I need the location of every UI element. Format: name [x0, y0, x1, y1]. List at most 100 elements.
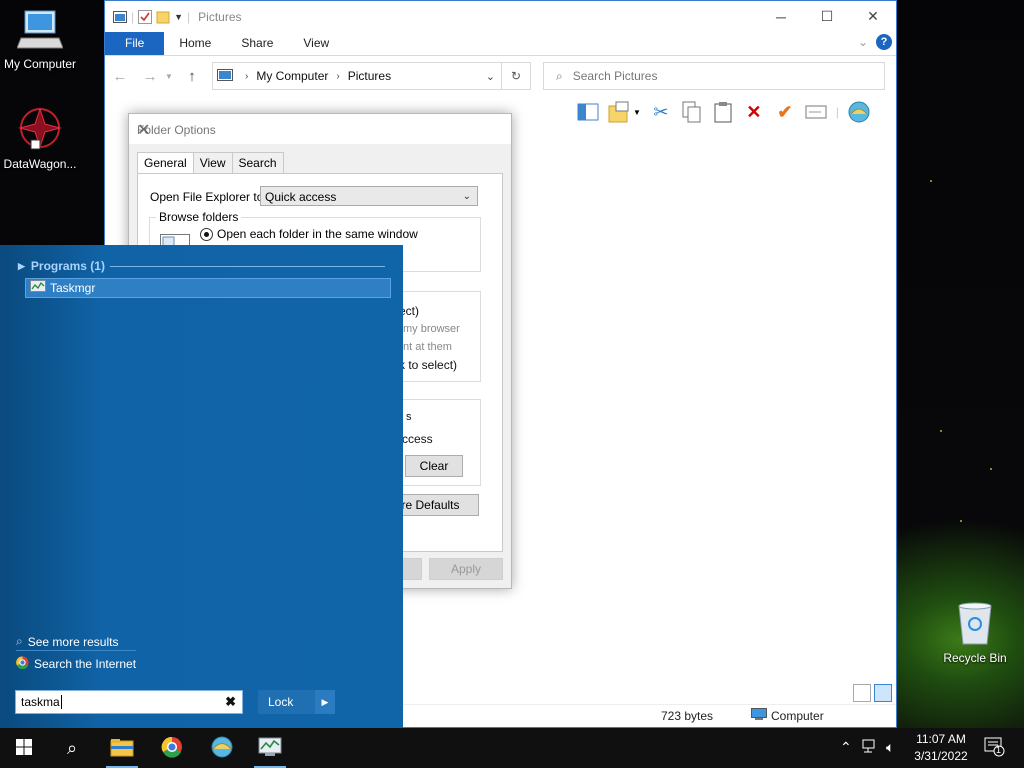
back-icon[interactable]: ← [105, 68, 135, 85]
details-view-icon[interactable] [853, 684, 871, 702]
tab-home[interactable]: Home [164, 32, 226, 55]
maximize-button[interactable]: ☐ [804, 1, 850, 32]
folder-options-icon[interactable] [608, 101, 630, 123]
cut-icon[interactable]: ✂ [650, 101, 672, 123]
chrome-icon [16, 656, 29, 672]
tab-search[interactable]: Search [231, 152, 284, 175]
see-more-results-link[interactable]: ⌕ See more results [16, 634, 118, 649]
more-divider [16, 650, 136, 651]
computer-small-icon [751, 708, 767, 723]
up-icon[interactable]: ↑ [177, 68, 207, 85]
click-option-fragment: nt at them [403, 341, 452, 353]
desktop-icon-my-computer[interactable]: My Computer [0, 8, 80, 71]
taskbar-clock[interactable]: 11:07 AM 3/31/2022 [906, 731, 976, 765]
folder-options-dropdown-icon[interactable]: ▼ [633, 108, 641, 117]
dialog-close-button[interactable]: ✕ [137, 120, 503, 140]
result-label: Taskmgr [50, 281, 96, 295]
recent-locations-icon[interactable]: ▼ [165, 72, 177, 81]
preview-pane-icon[interactable] [577, 101, 599, 123]
tab-view[interactable]: View [288, 32, 344, 55]
window-icon[interactable] [113, 10, 127, 24]
checkmark-icon[interactable]: ✔ [774, 101, 796, 123]
window-title: Pictures [198, 9, 242, 24]
action-center-icon[interactable]: 1 [984, 737, 1006, 760]
start-search-panel: ▶ Programs (1) Taskmgr ⌕ See more result… [0, 245, 403, 728]
clock-time: 11:07 AM [916, 732, 966, 746]
new-folder-icon[interactable] [156, 10, 170, 24]
close-button[interactable]: ✕ [850, 1, 896, 32]
address-bar[interactable]: › My Computer › Pictures ⌄ [212, 62, 502, 90]
large-icons-view-icon[interactable] [874, 684, 892, 702]
tab-general[interactable]: General [137, 152, 194, 175]
radio-selected-icon [200, 227, 213, 241]
taskbar-file-explorer[interactable] [98, 728, 146, 768]
clock-date: 3/31/2022 [914, 749, 968, 763]
address-dropdown-icon[interactable]: ⌄ [486, 70, 495, 83]
properties-icon[interactable] [138, 9, 153, 24]
quick-access-toolbar: | ▼ | [105, 9, 190, 24]
status-location-label: Computer [771, 708, 824, 723]
refresh-button[interactable]: ↻ [502, 62, 531, 90]
taskbar: ⌕ ⌃ 🔈︎ 11:07 AM 3/31/2022 1 [0, 728, 1024, 768]
lock-button[interactable]: Lock [258, 690, 315, 714]
breadcrumb-my-computer[interactable]: My Computer [256, 69, 328, 83]
taskbar-search-button[interactable]: ⌕ [48, 728, 96, 768]
search-internet-link[interactable]: Search the Internet [16, 656, 136, 672]
minimize-button[interactable]: ─ [758, 1, 804, 32]
clear-history-button[interactable]: Clear [405, 455, 463, 477]
start-button[interactable] [0, 728, 48, 768]
delete-icon[interactable]: ✕ [743, 101, 765, 123]
click-option-fragment: k to select) [399, 358, 458, 372]
task-manager-icon [30, 279, 46, 297]
clear-search-icon[interactable]: ✖ [225, 691, 236, 713]
task-manager-icon [258, 737, 282, 760]
tab-share[interactable]: Share [226, 32, 288, 55]
header-divider [110, 266, 385, 267]
notification-count: 1 [996, 745, 1002, 755]
expand-ribbon-icon[interactable]: ⌄ [858, 35, 868, 49]
start-search-input[interactable]: taskma ✖ [15, 690, 243, 714]
search-icon: ⌕ [16, 634, 23, 648]
open-explorer-select[interactable]: Quick access ⌄ [260, 186, 478, 206]
rename-icon[interactable] [805, 101, 827, 123]
windows-logo-icon [16, 738, 32, 758]
chrome-icon [161, 736, 183, 761]
taskbar-chrome[interactable] [148, 728, 196, 768]
search-icon: ⌕ [556, 68, 563, 83]
apply-button[interactable]: Apply [429, 558, 503, 580]
window-controls: ─ ☐ ✕ [758, 1, 896, 32]
desktop-icon-recycle-bin[interactable]: Recycle Bin [935, 600, 1015, 665]
same-window-radio[interactable]: Open each folder in the same window [200, 227, 418, 241]
desktop-icon-datawagon[interactable]: DataWagon... [0, 106, 80, 171]
show-hidden-icons-icon[interactable]: ⌃ [840, 739, 852, 756]
dialog-tabs: General View Search [137, 152, 284, 175]
search-result-taskmgr[interactable]: Taskmgr [25, 278, 391, 298]
click-option-fragment: my browser [403, 323, 460, 335]
computer-small-icon [217, 68, 233, 84]
paste-icon[interactable] [712, 101, 734, 123]
breadcrumb-chevron-icon: › [245, 70, 249, 82]
power-options-arrow-icon[interactable]: ▶ [315, 690, 335, 714]
tab-file[interactable]: File [105, 32, 165, 55]
tab-view[interactable]: View [192, 152, 233, 175]
taskbar-shell-app[interactable] [198, 728, 246, 768]
privacy-fragment: s [406, 411, 412, 423]
search-internet-label: Search the Internet [34, 657, 137, 671]
forward-icon[interactable]: → [135, 68, 165, 85]
customize-qat-icon[interactable]: ▼ [174, 12, 183, 22]
search-icon: ⌕ [66, 737, 78, 758]
computer-icon [0, 8, 80, 55]
privacy-fragment: ccess [402, 432, 433, 446]
copy-icon[interactable] [681, 101, 703, 123]
breadcrumb-pictures[interactable]: Pictures [348, 69, 391, 83]
search-box[interactable]: ⌕ Search Pictures [543, 62, 885, 90]
recycle-bin-icon [935, 600, 1015, 649]
programs-header[interactable]: ▶ Programs (1) [18, 259, 105, 273]
network-icon[interactable] [862, 739, 878, 756]
view-buttons [853, 684, 892, 702]
datawagon-icon [0, 106, 80, 155]
shell-icon[interactable] [848, 101, 870, 123]
help-icon[interactable]: ? [876, 34, 892, 50]
taskbar-task-manager[interactable] [246, 728, 294, 768]
volume-icon[interactable]: 🔈︎ [886, 739, 894, 756]
